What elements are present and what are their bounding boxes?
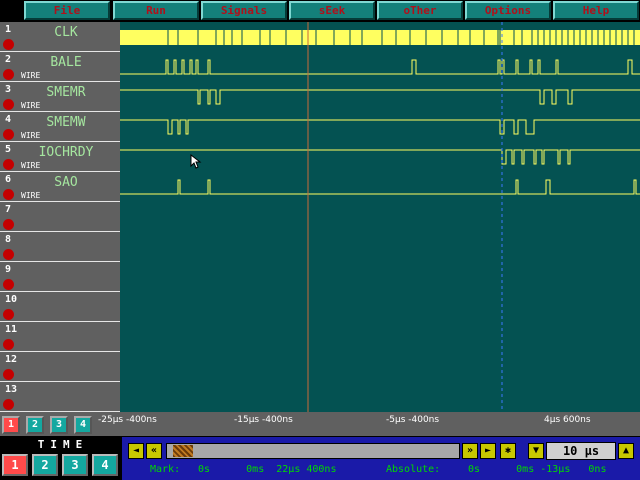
channel-name: SAO — [54, 175, 78, 190]
page-button-4[interactable]: 4 — [74, 416, 92, 434]
channel-row[interactable]: 4 WIRE SMEMW — [0, 112, 120, 142]
mouse-pointer-icon — [190, 154, 202, 169]
menu-run[interactable]: Run — [113, 1, 199, 20]
menu-seek[interactable]: sEek — [289, 1, 375, 20]
absolute-value: 0s 0ms -13μs 0ns — [468, 464, 607, 475]
channel-row[interactable]: 9 — [0, 262, 120, 292]
channel-status-icon[interactable] — [3, 369, 14, 380]
scroll-right-icon[interactable]: ► — [480, 443, 496, 459]
smemw-waveform — [120, 119, 640, 135]
scroll-fast-right-icon[interactable]: » — [462, 443, 478, 459]
zoom-out-icon[interactable]: ▲ — [618, 443, 634, 459]
time-ruler: 1 2 3 4 -25μs -400ns -15μs -400ns -5μs -… — [0, 412, 640, 436]
channel-row[interactable]: 8 — [0, 232, 120, 262]
channel-name: SMEMR — [46, 85, 86, 100]
zoom-in-icon[interactable]: ▼ — [528, 443, 544, 459]
ruler-label: 4μs 600ns — [544, 415, 591, 425]
page-button-1[interactable]: 1 — [2, 416, 20, 434]
channel-number: 11 — [5, 324, 18, 335]
menu-signals[interactable]: Signals — [201, 1, 287, 20]
channel-number: 5 — [5, 144, 12, 155]
channel-number: 10 — [5, 294, 18, 305]
channel-name: SMEMW — [46, 115, 86, 130]
channel-type: WIRE — [21, 71, 41, 80]
channel-status-icon[interactable] — [3, 39, 14, 50]
channel-number: 7 — [5, 204, 12, 215]
channel-number: 2 — [5, 54, 12, 65]
channel-type: WIRE — [21, 191, 41, 200]
absolute-label: Absolute: — [386, 464, 441, 475]
time-button-1[interactable]: 1 — [2, 454, 28, 476]
menu-options[interactable]: Options — [465, 1, 551, 20]
center-icon[interactable]: ✱ — [500, 443, 516, 459]
time-button-3[interactable]: 3 — [62, 454, 88, 476]
scroll-left-icon[interactable]: ◄ — [128, 443, 144, 459]
ruler-label: -25μs -400ns — [98, 415, 157, 425]
channel-status-icon[interactable] — [3, 99, 14, 110]
channel-panel: 1 CLK 2 WIRE BALE 3 WIRE SMEMR 4 WIRE SMEMW 5 WIRE IO… — [0, 22, 120, 412]
time-scrollbar[interactable] — [166, 443, 460, 459]
channel-type: WIRE — [21, 161, 41, 170]
bottom-bar: TIME 1 2 3 4 ◄ « » ► ✱ ▼ 10 μs ▲ Mark: 0… — [0, 436, 640, 480]
channel-row[interactable]: 6 WIRE SAO — [0, 172, 120, 202]
channel-status-icon[interactable] — [3, 309, 14, 320]
waveform-canvas — [120, 22, 640, 412]
menu-other[interactable]: oTher — [377, 1, 463, 20]
time-title: TIME — [8, 438, 118, 451]
channel-row[interactable]: 1 CLK — [0, 22, 120, 52]
channel-row[interactable]: 5 WIRE IOCHRDY — [0, 142, 120, 172]
page-button-2[interactable]: 2 — [26, 416, 44, 434]
channel-row[interactable]: 12 — [0, 352, 120, 382]
channel-row[interactable]: 7 — [0, 202, 120, 232]
ruler-label: -5μs -400ns — [386, 415, 440, 425]
sao-waveform — [120, 179, 640, 195]
navigation-panel: ◄ « » ► ✱ ▼ 10 μs ▲ Mark: 0s 0ms 22μs 40… — [122, 437, 640, 480]
menu-file[interactable]: File — [24, 1, 110, 20]
channel-number: 13 — [5, 384, 18, 395]
channel-number: 8 — [5, 234, 12, 245]
mark-value: 0s 0ms 22μs 400ns — [198, 464, 337, 475]
channel-row[interactable]: 3 WIRE SMEMR — [0, 82, 120, 112]
channel-row[interactable]: 2 WIRE BALE — [0, 52, 120, 82]
channel-row[interactable]: 13 — [0, 382, 120, 412]
page-button-3[interactable]: 3 — [50, 416, 68, 434]
smemr-waveform — [120, 89, 640, 105]
channel-status-icon[interactable] — [3, 249, 14, 260]
channel-status-icon[interactable] — [3, 69, 14, 80]
time-button-2[interactable]: 2 — [32, 454, 58, 476]
scroll-fast-left-icon[interactable]: « — [146, 443, 162, 459]
channel-row[interactable]: 10 — [0, 292, 120, 322]
channel-number: 4 — [5, 114, 12, 125]
menu-help[interactable]: Help — [553, 1, 639, 20]
channel-type: WIRE — [21, 131, 41, 140]
channel-number: 3 — [5, 84, 12, 95]
ruler-label: -15μs -400ns — [234, 415, 293, 425]
channel-status-icon[interactable] — [3, 159, 14, 170]
waveform-area[interactable] — [120, 22, 640, 412]
channel-name: CLK — [54, 25, 78, 40]
scroll-thumb[interactable] — [173, 445, 193, 457]
mark-label: Mark: — [150, 464, 181, 475]
channel-name: IOCHRDY — [38, 145, 94, 160]
channel-number: 9 — [5, 264, 12, 275]
channel-number: 12 — [5, 354, 18, 365]
channel-number: 1 — [5, 24, 12, 35]
channel-type: WIRE — [21, 101, 41, 110]
channel-name: BALE — [50, 55, 82, 70]
time-button-4[interactable]: 4 — [92, 454, 118, 476]
channel-status-icon[interactable] — [3, 189, 14, 200]
channel-status-icon[interactable] — [3, 279, 14, 290]
channel-status-icon[interactable] — [3, 219, 14, 230]
channel-row[interactable]: 11 — [0, 322, 120, 352]
channel-number: 6 — [5, 174, 12, 185]
bale-waveform — [120, 59, 640, 75]
channel-status-icon[interactable] — [3, 399, 14, 410]
time-scale-value: 10 μs — [546, 442, 616, 460]
channel-status-icon[interactable] — [3, 129, 14, 140]
channel-status-icon[interactable] — [3, 339, 14, 350]
menu-bar: File Run Signals sEek oTher Options Help — [0, 0, 640, 21]
